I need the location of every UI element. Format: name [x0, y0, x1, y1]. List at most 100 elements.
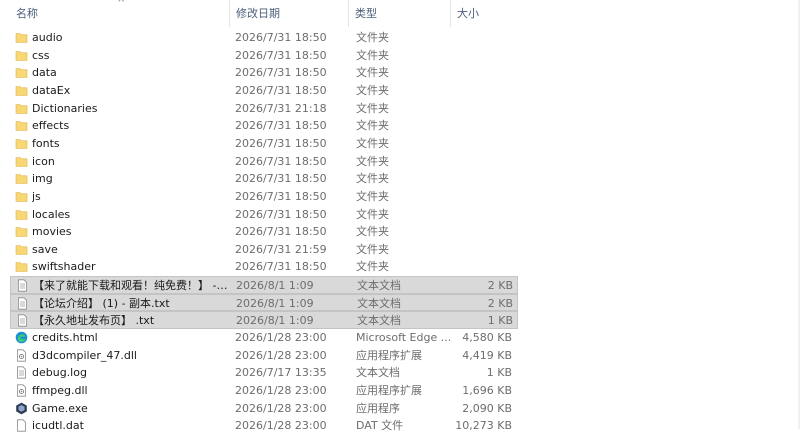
file-row[interactable]: ffmpeg.dll 2026/1/28 23:00 应用程序扩展 1,696 KB — [10, 382, 518, 400]
folder-row[interactable]: locales 2026/7/31 18:50 文件夹 — [10, 206, 518, 224]
file-name: icudtl.dat — [32, 419, 84, 433]
folder-row[interactable]: dataEx 2026/7/31 18:50 文件夹 — [10, 82, 518, 100]
file-name: movies — [32, 225, 72, 239]
file-modified: 2026/8/1 1:09 — [236, 314, 314, 328]
text-file-icon — [16, 314, 29, 327]
file-size: 2 KB — [487, 279, 513, 293]
dat-file-icon — [15, 419, 28, 432]
folder-icon — [15, 260, 28, 273]
file-size: 2 KB — [487, 296, 513, 310]
folder-icon — [15, 243, 28, 256]
folder-row[interactable]: img 2026/7/31 18:50 文件夹 — [10, 170, 518, 188]
file-modified: 2026/1/28 23:00 — [235, 419, 327, 433]
file-type: 文件夹 — [356, 225, 389, 239]
file-row[interactable]: 【论坛介绍】 (1) - 副本.txt 2026/8/1 1:09 文本文档 2 KB — [10, 293, 518, 312]
file-name: fonts — [32, 136, 60, 150]
file-type: 文件夹 — [356, 83, 389, 97]
column-header-name[interactable]: 名称 — [10, 0, 228, 27]
folder-row[interactable]: fonts 2026/7/31 18:50 文件夹 — [10, 135, 518, 153]
file-modified: 2026/7/17 13:35 — [235, 366, 327, 380]
file-size: 4,419 KB — [462, 348, 512, 362]
file-row[interactable]: credits.html 2026/1/28 23:00 Microsoft Edg… — [10, 329, 518, 347]
column-header: ^ 名称 修改日期 类型 大小 — [0, 0, 520, 27]
file-modified: 2026/7/31 18:50 — [235, 66, 327, 80]
file-size: 2,090 KB — [462, 401, 512, 415]
file-name: ffmpeg.dll — [32, 384, 88, 397]
file-modified: 2026/7/31 18:50 — [235, 31, 327, 44]
file-modified: 2026/7/31 21:18 — [235, 101, 327, 115]
file-modified: 2026/1/28 23:00 — [235, 401, 327, 415]
file-modified: 2026/7/31 18:50 — [235, 207, 327, 221]
file-type: 应用程序扩展 — [356, 348, 422, 362]
edge-html-icon — [15, 331, 28, 344]
file-name: dataEx — [32, 83, 71, 97]
file-name: credits.html — [32, 331, 98, 345]
file-modified: 2026/7/31 18:50 — [235, 189, 327, 203]
folder-row[interactable]: css 2026/7/31 18:50 文件夹 — [10, 47, 518, 65]
file-modified: 2026/7/31 18:50 — [235, 225, 327, 239]
file-row[interactable]: 【永久地址发布页】 .txt 2026/8/1 1:09 文本文档 1 KB — [10, 311, 518, 329]
file-type: 文本文档 — [356, 366, 400, 380]
file-row[interactable]: d3dcompiler_47.dll 2026/1/28 23:00 应用程序扩展 4… — [10, 347, 518, 365]
file-type: 文本文档 — [357, 314, 401, 328]
folder-row[interactable]: swiftshader 2026/7/31 18:50 文件夹 — [10, 258, 518, 276]
file-modified: 2026/1/28 23:00 — [235, 331, 327, 345]
file-name: debug.log — [32, 366, 87, 380]
file-name: 【永久地址发布页】 .txt — [33, 314, 155, 328]
dll-file-icon — [15, 384, 28, 397]
folder-icon — [15, 119, 28, 132]
folder-row[interactable]: audio 2026/7/31 18:50 文件夹 — [10, 29, 518, 47]
folder-row[interactable]: js 2026/7/31 18:50 文件夹 — [10, 188, 518, 206]
file-modified: 2026/8/1 1:09 — [236, 296, 314, 310]
folder-icon — [15, 172, 28, 185]
file-size: 1 KB — [486, 366, 512, 380]
file-size: 10,273 KB — [455, 419, 512, 433]
file-type: 文件夹 — [356, 189, 389, 203]
file-name: audio — [32, 31, 63, 44]
folder-row[interactable]: effects 2026/7/31 18:50 文件夹 — [10, 117, 518, 135]
file-type: 文件夹 — [356, 242, 389, 256]
file-name: locales — [32, 207, 71, 221]
file-type: 文件夹 — [356, 66, 389, 80]
file-name: 【来了就能下载和观看！纯免费！】 - 副... — [33, 279, 229, 293]
folder-icon — [15, 190, 28, 203]
text-file-icon — [16, 297, 29, 310]
file-modified: 2026/1/28 23:00 — [235, 384, 327, 397]
file-row[interactable]: 【来了就能下载和观看！纯免费！】 - 副... 2026/8/1 1:09 文本文档… — [10, 276, 518, 294]
file-name: effects — [32, 119, 70, 133]
file-modified: 2026/7/31 18:50 — [235, 48, 327, 62]
dll-file-icon — [15, 349, 28, 362]
file-modified: 2026/7/31 18:50 — [235, 136, 327, 150]
file-modified: 2026/7/31 18:50 — [235, 154, 327, 168]
file-name: swiftshader — [32, 260, 96, 274]
folder-icon — [15, 225, 28, 238]
text-file-icon — [16, 279, 29, 292]
column-header-modified[interactable]: 修改日期 — [229, 0, 347, 27]
file-name: save — [32, 242, 58, 256]
file-name: css — [32, 48, 50, 62]
file-modified: 2026/1/28 23:00 — [235, 348, 327, 362]
folder-row[interactable]: save 2026/7/31 21:59 文件夹 — [10, 241, 518, 259]
file-type: 文件夹 — [356, 136, 389, 150]
folder-row[interactable]: movies 2026/7/31 18:50 文件夹 — [10, 223, 518, 241]
file-row[interactable]: icudtl.dat 2026/1/28 23:00 DAT 文件 10,273 KB — [10, 417, 518, 435]
file-name: 【论坛介绍】 (1) - 副本.txt — [33, 296, 170, 310]
folder-row[interactable]: icon 2026/7/31 18:50 文件夹 — [10, 153, 518, 171]
file-modified: 2026/7/31 18:50 — [235, 260, 327, 274]
file-row[interactable]: Game.exe 2026/1/28 23:00 应用程序 2,090 KB — [10, 400, 518, 418]
file-row[interactable]: debug.log 2026/7/17 13:35 文本文档 1 KB — [10, 364, 518, 382]
file-name: Game.exe — [32, 401, 88, 415]
file-size: 1 KB — [487, 314, 513, 328]
folder-row[interactable]: Dictionaries 2026/7/31 21:18 文件夹 — [10, 100, 518, 118]
folder-row[interactable]: data 2026/7/31 18:50 文件夹 — [10, 64, 518, 82]
file-size: 4,580 KB — [462, 331, 512, 345]
file-name: icon — [32, 154, 55, 168]
folder-icon — [15, 49, 28, 62]
column-header-type[interactable]: 类型 — [348, 0, 449, 27]
file-name: data — [32, 66, 57, 80]
column-header-size[interactable]: 大小 — [450, 0, 520, 27]
file-modified: 2026/7/31 18:50 — [235, 83, 327, 97]
file-type: 文件夹 — [356, 48, 389, 62]
file-type: Microsoft Edge ... — [356, 331, 452, 345]
file-type: 文件夹 — [356, 31, 389, 44]
